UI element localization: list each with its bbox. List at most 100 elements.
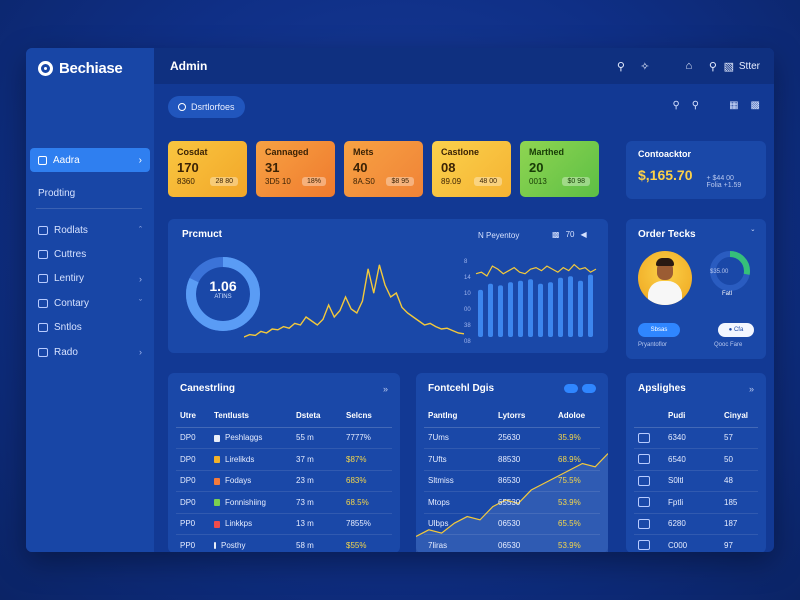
column-header[interactable]: Cinyal bbox=[720, 405, 758, 428]
data-point bbox=[440, 328, 442, 330]
table-cell: 13 m bbox=[292, 513, 342, 535]
layout-icon[interactable]: ▩ bbox=[751, 100, 760, 111]
column-header[interactable]: Pantlng bbox=[424, 405, 494, 428]
table-row[interactable]: Sltmiss 86530 75.5% bbox=[424, 470, 600, 492]
table-row[interactable]: 7liras 06530 53.9% bbox=[424, 534, 600, 552]
table-row[interactable]: S0ltl 48 bbox=[634, 470, 758, 492]
table-cell bbox=[634, 491, 664, 514]
column-header[interactable]: Dsteta bbox=[292, 405, 342, 428]
orders-title: Order Tecks bbox=[638, 229, 696, 240]
sidebar-item-sntlos[interactable]: Sntlos bbox=[38, 316, 142, 340]
brand[interactable]: Bechiase bbox=[38, 60, 123, 77]
user-menu[interactable]: ⚲ ▧ Stter bbox=[707, 60, 760, 73]
column-header[interactable]: Selcns bbox=[342, 405, 392, 428]
view-toggle[interactable] bbox=[564, 384, 596, 393]
data-point bbox=[345, 296, 347, 298]
data-table: Pantlng Lytorrs Adoloe 7Ums 25630 35.9% 7U… bbox=[424, 405, 600, 552]
table-cell: 35.9% bbox=[554, 427, 600, 449]
table-row[interactable]: C000 97 bbox=[634, 534, 758, 552]
data-point bbox=[350, 308, 352, 310]
stat-card[interactable]: Cannaged 31 3D5 10 18% bbox=[256, 141, 335, 197]
conversion-card[interactable]: Contoacktor $,165.70 + $44 00 Folia +1.5… bbox=[626, 141, 766, 199]
table-row[interactable]: Mtops 65530 53.9% bbox=[424, 491, 600, 514]
table-row[interactable]: Ulbps 06530 65.5% bbox=[424, 513, 600, 535]
table-cell: DP0 bbox=[176, 448, 210, 471]
sidebar-section-label[interactable]: Prodting bbox=[38, 188, 75, 199]
bar bbox=[578, 280, 583, 337]
stat-chip: $8 95 bbox=[386, 177, 414, 186]
row-icon bbox=[638, 497, 650, 508]
table-cell: Mtops bbox=[424, 491, 494, 514]
table-row[interactable]: DP0 Fonnishiing 73 m 68.5% bbox=[176, 491, 392, 514]
expand-icon[interactable]: » bbox=[383, 384, 388, 394]
stat-name: Cannaged bbox=[265, 147, 309, 157]
page-title: Admin bbox=[170, 59, 208, 73]
table-row[interactable]: PP0 Posthy 58 m $55% bbox=[176, 534, 392, 552]
sidebar-item-cuttres[interactable]: Cuttres bbox=[38, 242, 142, 266]
toggle-icon[interactable] bbox=[582, 384, 596, 393]
stat-card[interactable]: Castlone 08 89.09 48 00 bbox=[432, 141, 511, 197]
conversion-title: Contoacktor bbox=[638, 149, 692, 159]
table-cell: 53.9% bbox=[554, 491, 600, 514]
table-row[interactable]: DP0 Lirelikds 37 m $87% bbox=[176, 448, 392, 471]
bar bbox=[538, 283, 543, 337]
avatar[interactable] bbox=[638, 251, 692, 305]
sidebar-item-contary[interactable]: Contary ˇ bbox=[38, 291, 142, 315]
orders-footnote: Pryantoflor bbox=[638, 342, 668, 348]
table-cell: Ulbps bbox=[424, 513, 494, 535]
stat-card[interactable]: Marthed 20 0013 $0 98 bbox=[520, 141, 599, 197]
data-point bbox=[254, 334, 256, 336]
column-header[interactable]: Pudi bbox=[664, 405, 720, 428]
toggle-icon[interactable] bbox=[564, 384, 578, 393]
search-icon[interactable]: ⚲ bbox=[672, 100, 679, 111]
share-icon[interactable]: ◀ bbox=[580, 230, 586, 239]
table-row[interactable]: 7Ufts 88530 68.9% bbox=[424, 448, 600, 471]
stat-value: 31 bbox=[265, 160, 280, 175]
sidebar-item-rado[interactable]: Rado › bbox=[38, 340, 142, 364]
table-row[interactable]: DP0 Fodays 23 m 683% bbox=[176, 470, 392, 492]
data-point bbox=[316, 324, 318, 326]
brand-logo-icon bbox=[38, 61, 53, 76]
top-header: Admin ⚲ ✧ ⌂ ⚲ ▧ Stter bbox=[154, 48, 774, 84]
stat-card[interactable]: Mets 40 8A.S0 $8 95 bbox=[344, 141, 423, 197]
sidebar-item-lentiry[interactable]: Lentiry › bbox=[38, 267, 142, 291]
filter-pill[interactable]: Dsrtlorfoes bbox=[168, 96, 245, 118]
table-row[interactable]: PP0 Linkkps 13 m 7855% bbox=[176, 513, 392, 535]
table-row[interactable]: 6540 50 bbox=[634, 448, 758, 471]
table-cell: Peshlaggs bbox=[210, 427, 292, 449]
search-icon[interactable]: ⚲ bbox=[615, 60, 627, 73]
column-header[interactable]: Utre bbox=[176, 405, 210, 428]
table-row[interactable]: 6280 187 bbox=[634, 513, 758, 535]
bar bbox=[588, 274, 593, 337]
table-cell: 55 m bbox=[292, 427, 342, 449]
stat-sub: 0013 bbox=[529, 177, 547, 186]
brand-name: Bechiase bbox=[59, 60, 123, 77]
sidebar-item-rodlats[interactable]: Rodlats ˆ bbox=[38, 218, 142, 242]
sidebar-item-active[interactable]: Aadra › bbox=[30, 148, 150, 172]
dashboard-window: Bechiase Aadra › Prodting Rodlats ˆ Cutt… bbox=[26, 48, 774, 552]
order-tracks-panel: Order Tecks ˇ $35.00 Fatl Sbsas ● Cfa Pr… bbox=[626, 219, 766, 359]
table-row[interactable]: 6340 57 bbox=[634, 427, 758, 449]
column-header[interactable]: Tentlusts bbox=[210, 405, 292, 428]
zoom-icon[interactable]: ⚲ bbox=[692, 100, 699, 111]
table-cell: 57 bbox=[720, 427, 758, 449]
stat-card[interactable]: Cosdat 170 8360 28 80 bbox=[168, 141, 247, 197]
data-point bbox=[412, 316, 414, 318]
table-row[interactable]: DP0 Peshlaggs 55 m 7777% bbox=[176, 427, 392, 449]
home-icon[interactable]: ⌂ bbox=[683, 60, 695, 72]
chevron-down-icon[interactable]: ˇ bbox=[751, 229, 754, 240]
table-row[interactable]: 7Ums 25630 35.9% bbox=[424, 427, 600, 449]
table-row[interactable]: Fptli 185 bbox=[634, 491, 758, 514]
table-cell: Sltmiss bbox=[424, 470, 494, 492]
expand-icon[interactable]: » bbox=[749, 384, 754, 394]
table-cell: 185 bbox=[720, 491, 758, 514]
table-cell: Lirelikds bbox=[210, 448, 292, 471]
column-header[interactable]: Adoloe bbox=[554, 405, 600, 428]
column-header[interactable]: Lytorrs bbox=[494, 405, 554, 428]
calendar-icon[interactable]: ▩ bbox=[552, 230, 560, 239]
grid-icon[interactable]: ▦ bbox=[729, 100, 738, 111]
sparkle-icon[interactable]: ✧ bbox=[639, 60, 651, 73]
orders-secondary-button[interactable]: ● Cfa bbox=[718, 323, 754, 337]
table-panel-canestrling: Canestrling » Utre Tentlusts Dsteta Selc… bbox=[168, 373, 400, 552]
orders-primary-button[interactable]: Sbsas bbox=[638, 323, 680, 337]
